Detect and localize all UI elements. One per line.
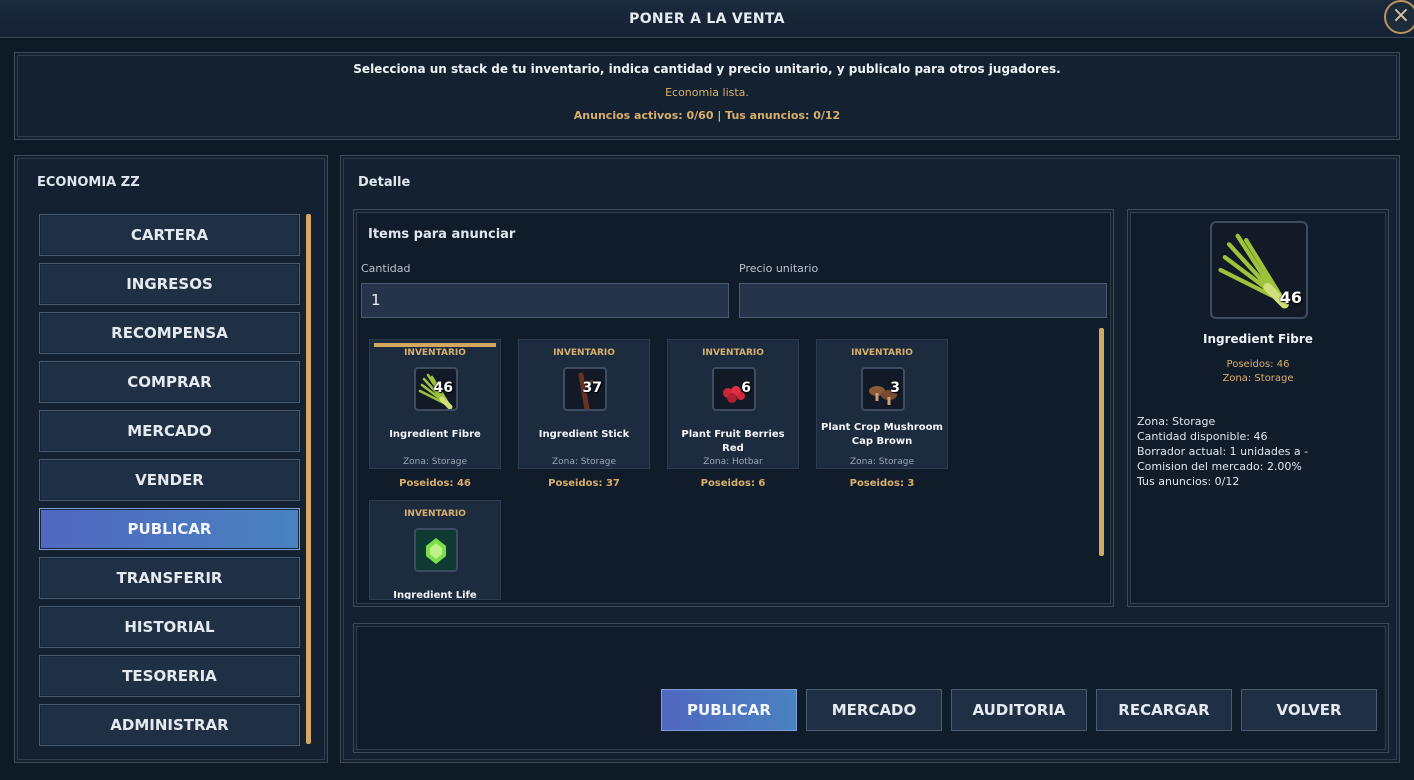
item-card-fibre[interactable]: INVENTARIO 46 Ingredient Fibre Zona: Sto… xyxy=(369,339,501,469)
preview-owned: Poseidos: 46 xyxy=(1226,359,1290,370)
berries-icon: 6 xyxy=(712,367,756,411)
item-tag: INVENTARIO xyxy=(851,348,913,358)
audit-button[interactable]: AUDITORIA xyxy=(951,689,1087,731)
item-card-stick[interactable]: INVENTARIO 37 Ingredient Stick Zona: Sto… xyxy=(518,339,650,469)
instruction-text: Selecciona un stack de tu inventario, in… xyxy=(353,62,1061,76)
item-zone: Zona: Hotbar xyxy=(703,457,763,467)
item-name: Plant Fruit Berries Red xyxy=(681,429,785,454)
fibre-icon: 46 xyxy=(414,367,458,411)
item-tag: INVENTARIO xyxy=(404,509,466,519)
preview-count: 46 xyxy=(1279,288,1302,307)
item-zone: Zona: Storage xyxy=(403,457,467,467)
market-button[interactable]: MERCADO xyxy=(806,689,942,731)
sidebar: ECONOMIA ZZ CARTERA INGRESOS RECOMPENSA … xyxy=(14,155,328,763)
preview-details: Zona: Storage Cantidad disponible: 46 Bo… xyxy=(1137,414,1308,489)
nav-tesoreria-button[interactable]: TESORERIA xyxy=(39,655,300,697)
item-tag: INVENTARIO xyxy=(404,348,466,358)
item-owned: Poseidos: 6 xyxy=(700,478,766,489)
detail-title: Detalle xyxy=(358,175,411,190)
info-panel: Selecciona un stack de tu inventario, in… xyxy=(14,52,1400,140)
item-zone: Zona: Storage xyxy=(850,457,914,467)
item-count: 46 xyxy=(433,380,453,396)
sidebar-title: ECONOMIA ZZ xyxy=(37,175,140,190)
fibre-icon: 46 xyxy=(1210,221,1308,319)
item-owned: Poseidos: 3 xyxy=(849,478,915,489)
preview-zone: Zona: Storage xyxy=(1222,373,1294,384)
item-name: Ingredient Stick xyxy=(538,429,630,440)
nav-historial-button[interactable]: HISTORIAL xyxy=(39,606,300,648)
nav-cartera-button[interactable]: CARTERA xyxy=(39,214,300,256)
preview-item-name: Ingredient Fibre xyxy=(1203,332,1313,346)
nav-publicar-button[interactable]: PUBLICAR xyxy=(39,508,300,550)
item-count: 6 xyxy=(741,380,751,396)
title-bar: PONER A LA VENTA xyxy=(0,0,1414,38)
nav-vender-button[interactable]: VENDER xyxy=(39,459,300,501)
detail-panel: Detalle Items para anunciar Cantidad Pre… xyxy=(340,155,1400,763)
preview-panel: 46 Ingredient Fibre Poseidos: 46 Zona: S… xyxy=(1127,209,1389,607)
item-card-mushroom[interactable]: INVENTARIO 3 Plant Crop Mushroom Cap Bro… xyxy=(816,339,948,469)
item-tag: INVENTARIO xyxy=(702,348,764,358)
nav-comprar-button[interactable]: COMPRAR xyxy=(39,361,300,403)
item-card-life-essence[interactable]: INVENTARIO Ingredient Life Essence xyxy=(369,500,501,600)
preview-line: Tus anuncios: 0/12 xyxy=(1137,475,1240,488)
item-card-berries[interactable]: INVENTARIO 6 Plant Fruit Berries Red Zon… xyxy=(667,339,799,469)
nav-recompensa-button[interactable]: RECOMPENSA xyxy=(39,312,300,354)
publish-button[interactable]: PUBLICAR xyxy=(661,689,797,731)
items-panel: Items para anunciar Cantidad Precio unit… xyxy=(353,209,1114,607)
reload-button[interactable]: RECARGAR xyxy=(1096,689,1232,731)
nav-transferir-button[interactable]: TRANSFERIR xyxy=(39,557,300,599)
life-essence-icon xyxy=(414,528,458,572)
preview-line: Cantidad disponible: 46 xyxy=(1137,430,1268,443)
item-owned: Poseidos: 37 xyxy=(548,478,620,489)
nav-administrar-button[interactable]: ADMINISTRAR xyxy=(39,704,300,746)
item-count: 37 xyxy=(582,380,602,396)
preview-line: Borrador actual: 1 unidades a - xyxy=(1137,445,1309,458)
listing-counts: Anuncios activos: 0/60 | Tus anuncios: 0… xyxy=(573,109,841,122)
preview-line: Zona: Storage xyxy=(1137,415,1216,428)
items-title: Items para anunciar xyxy=(368,227,516,242)
quantity-label: Cantidad xyxy=(361,262,411,275)
items-scrollbar[interactable] xyxy=(1099,328,1104,556)
sidebar-scrollbar[interactable] xyxy=(306,214,311,744)
close-icon[interactable]: × xyxy=(1384,0,1414,34)
status-text: Economia lista. xyxy=(665,86,749,99)
actions-panel: PUBLICAR MERCADO AUDITORIA RECARGAR VOLV… xyxy=(353,623,1389,753)
item-zone: Zona: Storage xyxy=(552,457,616,467)
item-tag: INVENTARIO xyxy=(553,348,615,358)
price-input[interactable] xyxy=(739,283,1107,318)
item-owned: Poseidos: 46 xyxy=(399,478,471,489)
nav-ingresos-button[interactable]: INGRESOS xyxy=(39,263,300,305)
item-name: Ingredient Life Essence xyxy=(393,590,477,600)
preview-line: Comision del mercado: 2.00% xyxy=(1137,460,1302,473)
back-button[interactable]: VOLVER xyxy=(1241,689,1377,731)
quantity-input[interactable]: 1 xyxy=(361,283,729,318)
stick-icon: 37 xyxy=(563,367,607,411)
item-name: Plant Crop Mushroom Cap Brown xyxy=(821,422,943,447)
item-count: 3 xyxy=(890,380,900,396)
price-label: Precio unitario xyxy=(739,262,819,275)
mushroom-icon: 3 xyxy=(861,367,905,411)
nav-mercado-button[interactable]: MERCADO xyxy=(39,410,300,452)
item-name: Ingredient Fibre xyxy=(389,429,481,440)
window-title: PONER A LA VENTA xyxy=(629,11,785,27)
